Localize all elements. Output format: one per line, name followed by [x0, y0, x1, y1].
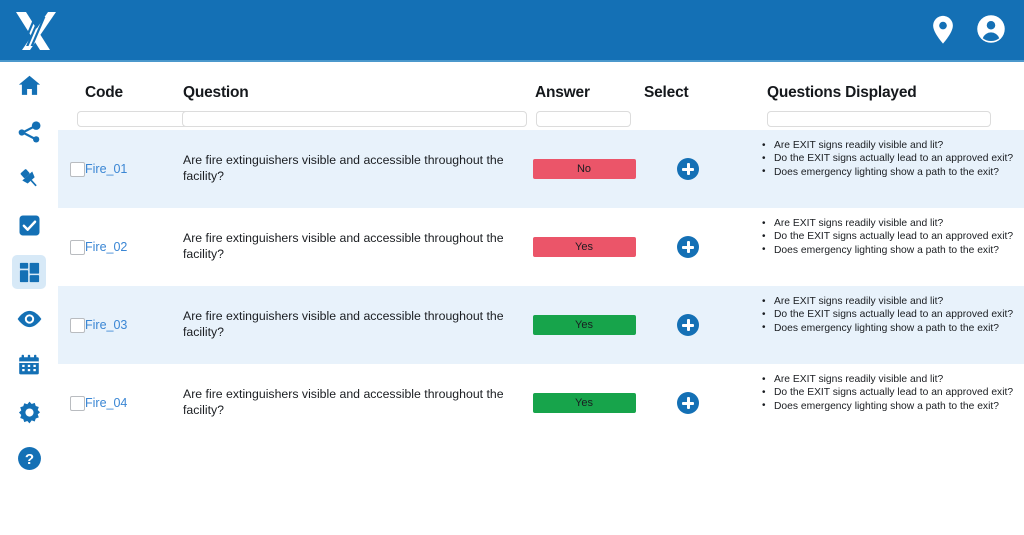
table-row[interactable]: Fire_03 Are fire extinguishers visible an… [58, 286, 1024, 364]
share-network-icon [14, 117, 44, 147]
sidebar-item-view[interactable] [0, 295, 58, 342]
answer-badge[interactable]: No [533, 159, 636, 179]
question-cell: Are fire extinguishers visible and acces… [183, 208, 528, 286]
questions-displayed-cell: Are EXIT signs readily visible and lit?D… [758, 286, 1024, 364]
questions-displayed-item: Do the EXIT signs actually lead to an ap… [758, 230, 1013, 243]
code-cell: Fire_01 [85, 130, 185, 208]
user-account-icon[interactable] [976, 14, 1006, 46]
questions-displayed-cell: Are EXIT signs readily visible and lit?D… [758, 364, 1024, 442]
question-cell: Are fire extinguishers visible and acces… [183, 286, 528, 364]
gear-icon [14, 397, 44, 427]
column-header-answer[interactable]: Answer [535, 84, 590, 102]
code-link[interactable]: Fire_04 [85, 396, 127, 410]
code-cell: Fire_02 [85, 208, 185, 286]
sidebar-rail: ? [0, 62, 58, 535]
code-cell: Fire_04 [85, 364, 185, 442]
sidebar-item-settings[interactable] [0, 389, 58, 436]
calendar-icon [14, 350, 44, 380]
filter-input-answer[interactable] [536, 111, 631, 127]
filter-input-code[interactable] [77, 111, 189, 127]
questions-displayed-list: Are EXIT signs readily visible and lit?D… [758, 139, 1013, 179]
sidebar-item-help[interactable]: ? [0, 436, 58, 483]
answer-badge[interactable]: Yes [533, 393, 636, 413]
questions-displayed-item: Are EXIT signs readily visible and lit? [758, 139, 1013, 152]
table-row[interactable]: Fire_04 Are fire extinguishers visible an… [58, 364, 1024, 442]
questions-displayed-item: Are EXIT signs readily visible and lit? [758, 217, 1013, 230]
topbar-actions [928, 14, 1006, 46]
x-logo[interactable] [12, 8, 60, 54]
plus-circle-icon[interactable] [677, 158, 699, 180]
question-cell: Are fire extinguishers visible and acces… [183, 130, 528, 208]
row-checkbox[interactable] [70, 318, 85, 333]
filter-input-questions-displayed[interactable] [767, 111, 991, 127]
questions-displayed-list: Are EXIT signs readily visible and lit?D… [758, 373, 1013, 413]
help-question-icon: ? [14, 444, 44, 474]
questions-displayed-list: Are EXIT signs readily visible and lit?D… [758, 295, 1013, 335]
select-cell [668, 208, 708, 286]
row-checkbox[interactable] [70, 240, 85, 255]
code-link[interactable]: Fire_01 [85, 162, 127, 176]
column-header-questions-displayed[interactable]: Questions Displayed [767, 84, 917, 102]
answer-cell: Yes [529, 208, 639, 286]
answer-cell: No [529, 130, 639, 208]
questions-displayed-cell: Are EXIT signs readily visible and lit?D… [758, 130, 1024, 208]
code-cell: Fire_03 [85, 286, 185, 364]
questions-displayed-list: Are EXIT signs readily visible and lit?D… [758, 217, 1013, 257]
sidebar-item-share[interactable] [0, 109, 58, 156]
location-pin-icon[interactable] [928, 14, 958, 46]
top-header-bar [0, 0, 1024, 62]
questions-table: Code Question Answer Select Questions Di… [58, 62, 1024, 535]
answer-badge[interactable]: Yes [533, 315, 636, 335]
column-header-question[interactable]: Question [183, 84, 249, 102]
dashboard-grid-icon [12, 255, 46, 289]
table-body: Fire_01 Are fire extinguishers visible an… [58, 130, 1024, 442]
plus-circle-icon[interactable] [677, 236, 699, 258]
column-header-code[interactable]: Code [85, 84, 123, 102]
home-icon [14, 70, 44, 100]
column-header-select[interactable]: Select [644, 84, 688, 102]
question-text: Are fire extinguishers visible and acces… [183, 309, 528, 341]
checkbox-checked-icon [14, 210, 44, 240]
eye-icon [14, 304, 44, 334]
select-cell [668, 364, 708, 442]
svg-text:?: ? [24, 451, 33, 468]
select-cell [668, 130, 708, 208]
questions-displayed-item: Do the EXIT signs actually lead to an ap… [758, 152, 1013, 165]
select-cell [668, 286, 708, 364]
code-link[interactable]: Fire_02 [85, 240, 127, 254]
question-cell: Are fire extinguishers visible and acces… [183, 364, 528, 442]
question-text: Are fire extinguishers visible and acces… [183, 153, 528, 185]
questions-displayed-item: Does emergency lighting show a path to t… [758, 322, 1013, 335]
row-checkbox[interactable] [70, 162, 85, 177]
questions-displayed-item: Does emergency lighting show a path to t… [758, 244, 1013, 257]
sidebar-item-dashboard[interactable] [0, 249, 58, 296]
table-header-row: Code Question Answer Select Questions Di… [58, 62, 1024, 130]
code-link[interactable]: Fire_03 [85, 318, 127, 332]
sidebar-item-pinned[interactable] [0, 155, 58, 202]
answer-badge[interactable]: Yes [533, 237, 636, 257]
questions-displayed-item: Does emergency lighting show a path to t… [758, 166, 1013, 179]
table-row[interactable]: Fire_01 Are fire extinguishers visible an… [58, 130, 1024, 208]
questions-displayed-cell: Are EXIT signs readily visible and lit?D… [758, 208, 1024, 286]
row-checkbox[interactable] [70, 396, 85, 411]
sidebar-item-home[interactable] [0, 62, 58, 109]
questions-displayed-item: Do the EXIT signs actually lead to an ap… [758, 308, 1013, 321]
answer-cell: Yes [529, 286, 639, 364]
questions-displayed-item: Are EXIT signs readily visible and lit? [758, 373, 1013, 386]
sidebar-item-tasks[interactable] [0, 202, 58, 249]
plus-circle-icon[interactable] [677, 392, 699, 414]
table-row[interactable]: Fire_02 Are fire extinguishers visible an… [58, 208, 1024, 286]
questions-displayed-item: Are EXIT signs readily visible and lit? [758, 295, 1013, 308]
questions-displayed-item: Does emergency lighting show a path to t… [758, 400, 1013, 413]
questions-displayed-item: Do the EXIT signs actually lead to an ap… [758, 386, 1013, 399]
question-text: Are fire extinguishers visible and acces… [183, 387, 528, 419]
pin-icon [14, 164, 44, 194]
filter-input-question[interactable] [182, 111, 527, 127]
sidebar-item-calendar[interactable] [0, 342, 58, 389]
answer-cell: Yes [529, 364, 639, 442]
question-text: Are fire extinguishers visible and acces… [183, 231, 528, 263]
plus-circle-icon[interactable] [677, 314, 699, 336]
app-root: ? Code Question Answer Select Questions … [0, 0, 1024, 535]
